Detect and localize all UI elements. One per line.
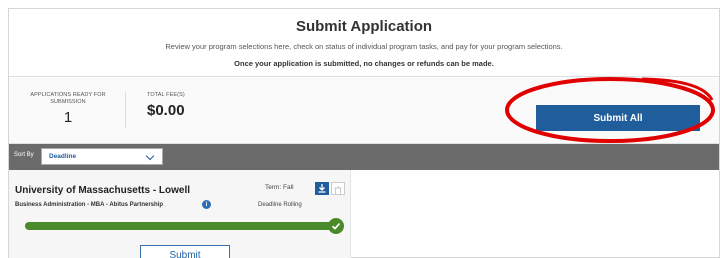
deadline-label: Deadline Rolling <box>258 202 302 208</box>
progress-fill <box>25 222 337 230</box>
sort-select-value: Deadline <box>49 153 77 160</box>
chevron-down-icon <box>145 151 155 161</box>
program-name: Business Administration - MBA - Abitus P… <box>15 202 164 208</box>
submit-application-panel: Submit Application Review your program s… <box>8 8 720 258</box>
application-card: University of Massachusetts - Lowell Ter… <box>9 170 351 258</box>
page-subtitle: Review your program selections here, che… <box>165 42 563 51</box>
info-icon[interactable]: i <box>202 200 211 209</box>
download-button[interactable] <box>315 182 329 195</box>
total-fees-stat: TOTAL FEE(S) $0.00 <box>147 92 187 119</box>
download-icon <box>318 184 326 193</box>
page-header: Submit Application Review your program s… <box>9 9 719 77</box>
submission-warning: Once your application is submitted, no c… <box>234 59 494 68</box>
submit-all-button[interactable]: Submit All <box>536 105 700 131</box>
applications-ready-stat: APPLICATIONS READY FOR SUBMISSION 1 <box>23 92 113 126</box>
page-title: Submit Application <box>295 18 433 35</box>
trash-icon <box>334 186 342 195</box>
applications-ready-value: 1 <box>63 109 73 126</box>
sort-by-label: Sort By <box>14 152 34 158</box>
total-fees-label: TOTAL FEE(S) <box>147 92 185 98</box>
school-name: University of Massachusetts - Lowell <box>15 185 191 196</box>
applications-ready-label: APPLICATIONS READY FOR SUBMISSION <box>30 92 106 105</box>
submit-button[interactable]: Submit <box>140 245 230 258</box>
delete-button[interactable] <box>331 182 345 195</box>
stat-divider <box>125 92 126 128</box>
progress-bar <box>25 222 337 230</box>
check-icon <box>328 218 344 234</box>
term-label: Term: Fall <box>265 184 294 191</box>
sort-select[interactable]: Deadline <box>41 148 163 165</box>
sort-bar: Sort By Deadline <box>9 144 719 170</box>
total-fees-value: $0.00 <box>147 102 185 119</box>
